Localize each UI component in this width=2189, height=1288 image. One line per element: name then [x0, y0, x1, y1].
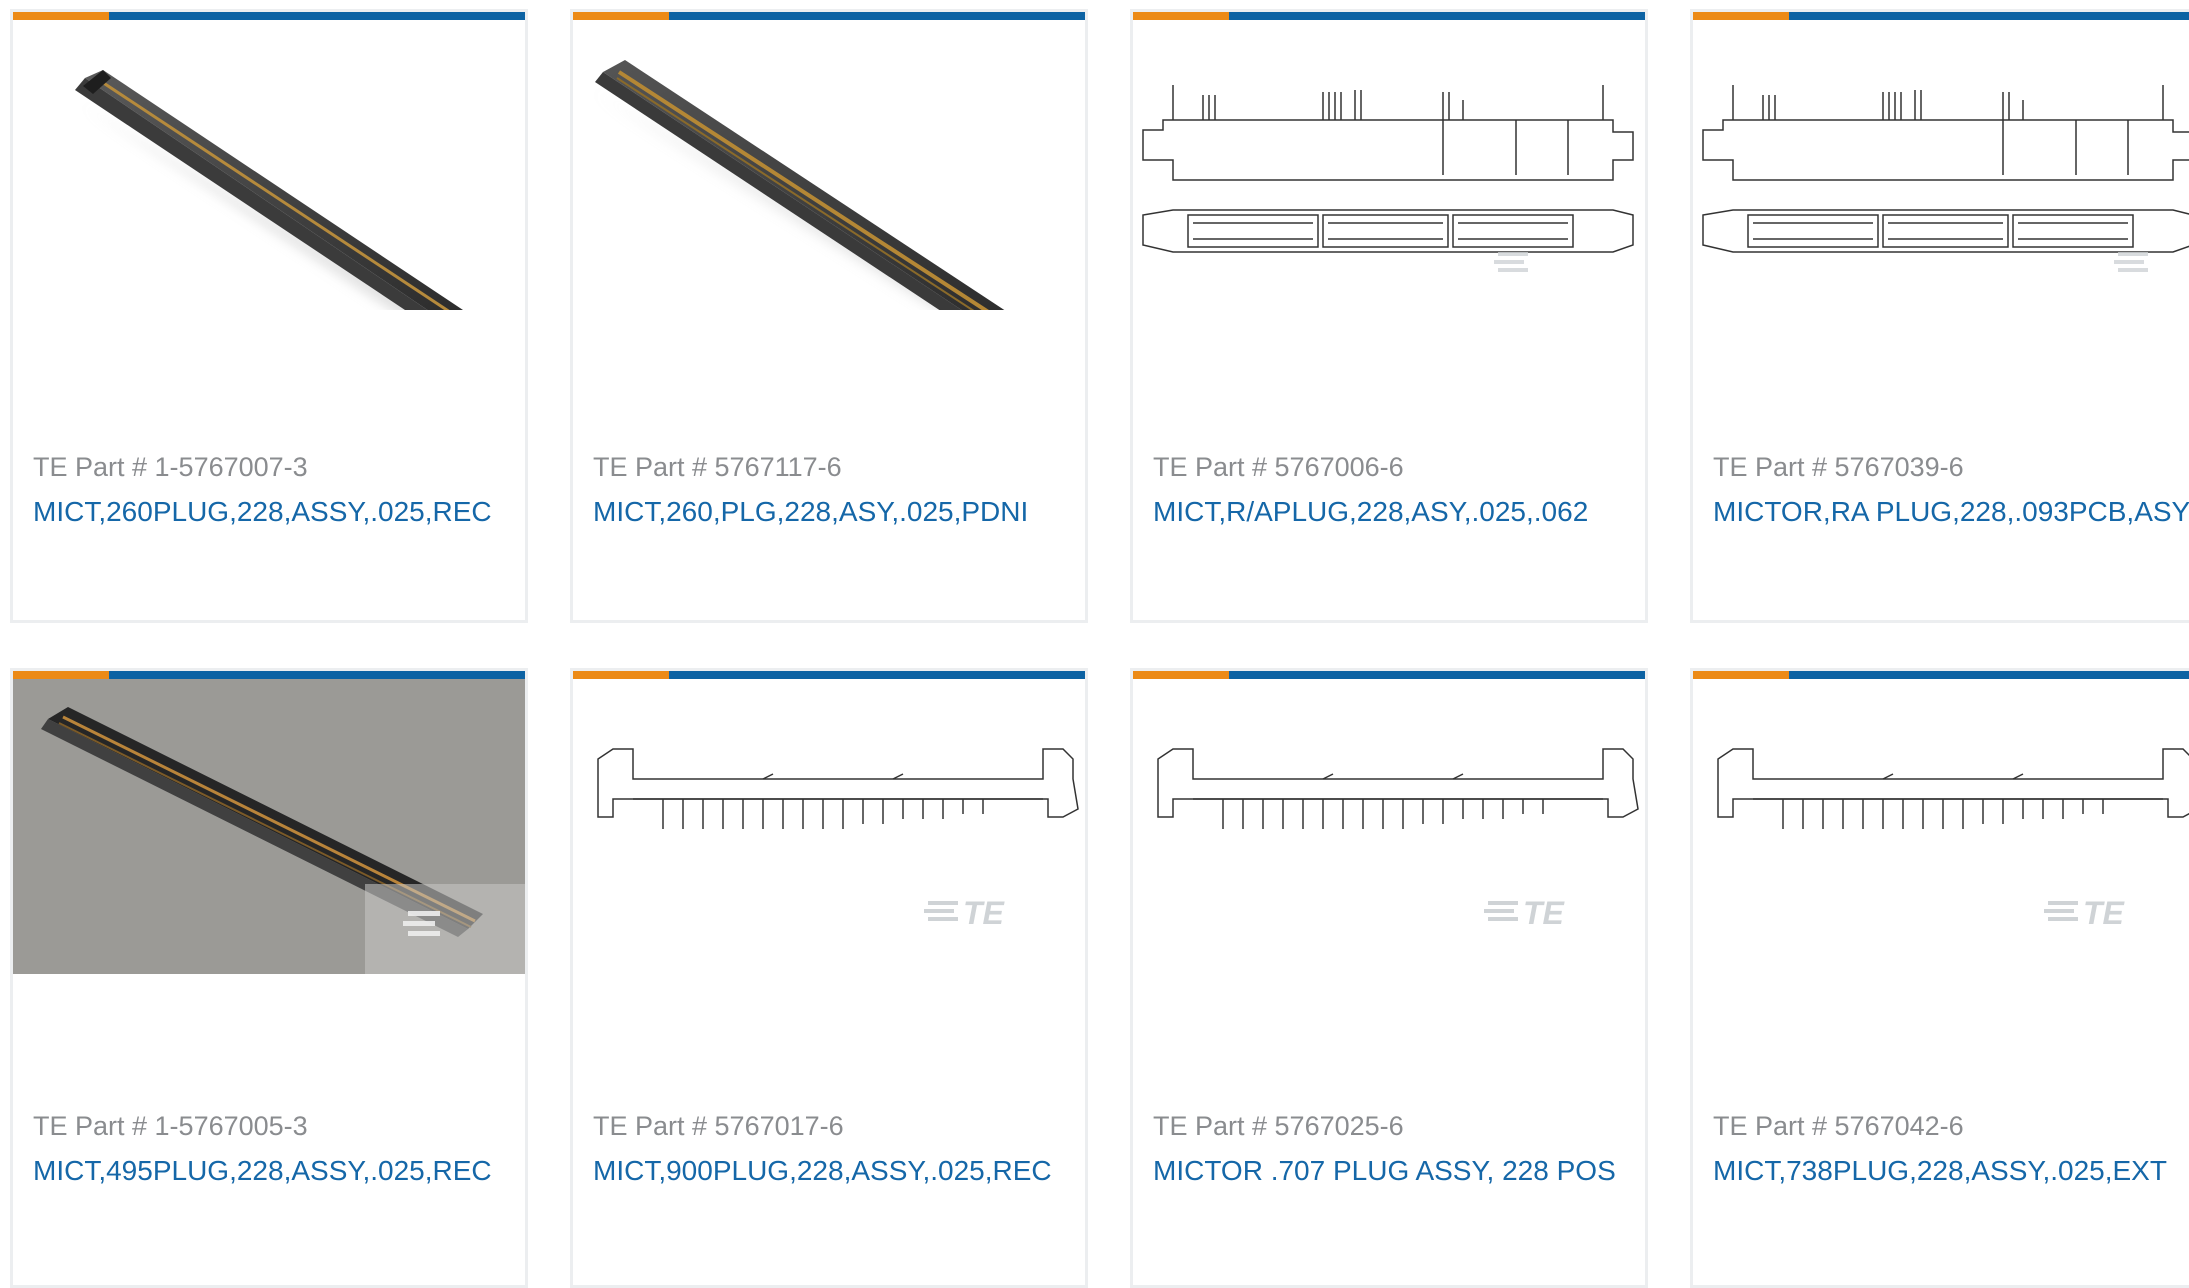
- product-card[interactable]: TE TE Part # 5767025-6 MICTOR .707 PLUG …: [1130, 668, 1648, 1288]
- part-number: TE Part # 5767006-6: [1153, 452, 1404, 482]
- te-watermark: [924, 901, 958, 921]
- part-number: TE Part # 1-5767007-3: [33, 452, 308, 482]
- part-number: TE Part # 5767025-6: [1153, 1111, 1404, 1141]
- product-description-link[interactable]: MICT,738PLUG,228,ASSY,.025,EXT: [1713, 1155, 2167, 1187]
- connector-photo-icon[interactable]: [13, 679, 525, 974]
- product-description-link[interactable]: MICT,900PLUG,228,ASSY,.025,REC: [593, 1155, 1052, 1187]
- card-accent-bar: [573, 12, 1085, 20]
- product-description-link[interactable]: MICT,260PLUG,228,ASSY,.025,REC: [33, 496, 492, 528]
- accent-blue-segment: [1789, 12, 2189, 20]
- part-number: TE Part # 5767042-6: [1713, 1111, 1964, 1141]
- accent-blue-segment: [1229, 671, 1645, 679]
- accent-orange-segment: [1133, 671, 1229, 679]
- product-description-link[interactable]: MICTOR,RA PLUG,228,.093PCB,ASY: [1713, 496, 2189, 528]
- accent-orange-segment: [1133, 12, 1229, 20]
- accent-orange-segment: [13, 12, 109, 20]
- te-watermark: [403, 911, 440, 936]
- product-description-link[interactable]: MICT,260,PLG,228,ASY,.025,PDNI: [593, 496, 1028, 528]
- card-accent-bar: [1693, 12, 2189, 20]
- accent-orange-segment: [13, 671, 109, 679]
- accent-blue-segment: [669, 671, 1085, 679]
- product-card[interactable]: TE TE Part # 5767017-6 MICT,900PLUG,228,…: [570, 668, 1088, 1288]
- accent-orange-segment: [1693, 12, 1789, 20]
- product-card[interactable]: TE Part # 1-5767005-3 MICT,495PLUG,228,A…: [10, 668, 528, 1288]
- card-accent-bar: [1133, 671, 1645, 679]
- te-watermark: [1484, 901, 1518, 921]
- connector-side-drawing-icon[interactable]: TE: [573, 679, 1085, 974]
- part-number: TE Part # 5767039-6: [1713, 452, 1964, 482]
- connector-line-drawing-icon[interactable]: [1693, 20, 2189, 310]
- connector-3d-render-icon[interactable]: TE: [13, 20, 525, 310]
- svg-text:TE: TE: [2083, 895, 2126, 931]
- product-card[interactable]: TE TE Part # 1-5767007-3 MICT,260PLUG,22…: [10, 9, 528, 623]
- product-card[interactable]: TE Part # 5767006-6 MICT,R/APLUG,228,ASY…: [1130, 9, 1648, 623]
- accent-blue-segment: [1789, 671, 2189, 679]
- card-accent-bar: [1133, 12, 1645, 20]
- card-accent-bar: [13, 12, 525, 20]
- card-accent-bar: [13, 671, 525, 679]
- svg-text:TE: TE: [1523, 895, 1566, 931]
- accent-orange-segment: [1693, 671, 1789, 679]
- te-watermark: [1494, 252, 1528, 272]
- connector-side-drawing-icon[interactable]: TE: [1133, 679, 1645, 974]
- product-grid: TE TE Part # 1-5767007-3 MICT,260PLUG,22…: [0, 0, 2189, 1288]
- svg-text:TE: TE: [963, 895, 1006, 931]
- product-card[interactable]: TE Part # 5767039-6 MICTOR,RA PLUG,228,.…: [1690, 9, 2189, 623]
- part-number: TE Part # 1-5767005-3: [33, 1111, 308, 1141]
- card-accent-bar: [573, 671, 1085, 679]
- connector-side-drawing-icon[interactable]: TE: [1693, 679, 2189, 974]
- accent-blue-segment: [109, 671, 525, 679]
- part-number: TE Part # 5767117-6: [593, 452, 842, 482]
- product-description-link[interactable]: MICT,495PLUG,228,ASSY,.025,REC: [33, 1155, 492, 1187]
- accent-orange-segment: [573, 12, 669, 20]
- product-card[interactable]: TE TE Part # 5767042-6 MICT,738PLUG,228,…: [1690, 668, 2189, 1288]
- part-number: TE Part # 5767017-6: [593, 1111, 844, 1141]
- connector-3d-render-icon[interactable]: [573, 20, 1085, 310]
- accent-orange-segment: [573, 671, 669, 679]
- te-watermark: [2114, 252, 2148, 272]
- accent-blue-segment: [1229, 12, 1645, 20]
- product-description-link[interactable]: MICTOR .707 PLUG ASSY, 228 POS: [1153, 1155, 1616, 1187]
- product-card[interactable]: TE Part # 5767117-6 MICT,260,PLG,228,ASY…: [570, 9, 1088, 623]
- card-accent-bar: [1693, 671, 2189, 679]
- te-watermark: [2044, 901, 2078, 921]
- connector-line-drawing-icon[interactable]: [1133, 20, 1645, 310]
- accent-blue-segment: [669, 12, 1085, 20]
- accent-blue-segment: [109, 12, 525, 20]
- product-description-link[interactable]: MICT,R/APLUG,228,ASY,.025,.062: [1153, 496, 1588, 528]
